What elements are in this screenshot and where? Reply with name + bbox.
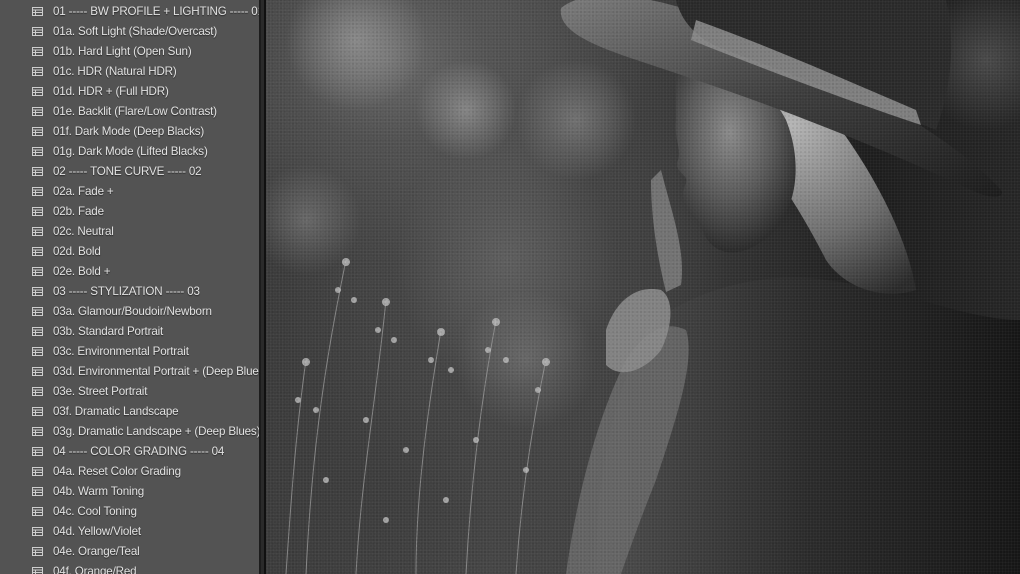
preset-label: 02b. Fade <box>53 204 104 218</box>
preset-icon <box>32 406 43 416</box>
preset-item[interactable]: 03e. Street Portrait <box>0 381 259 401</box>
preset-icon <box>32 426 43 436</box>
preset-item[interactable]: 01g. Dark Mode (Lifted Blacks) <box>0 141 259 161</box>
preset-label: 04d. Yellow/Violet <box>53 524 141 538</box>
preset-icon <box>32 146 43 156</box>
preset-item[interactable]: 04d. Yellow/Violet <box>0 521 259 541</box>
preset-label: 02c. Neutral <box>53 224 114 238</box>
preset-item[interactable]: 04e. Orange/Teal <box>0 541 259 561</box>
preset-icon <box>32 106 43 116</box>
preset-icon <box>32 306 43 316</box>
preset-label: 04a. Reset Color Grading <box>53 464 181 478</box>
preset-label: 03c. Environmental Portrait <box>53 344 189 358</box>
preset-item[interactable]: 03c. Environmental Portrait <box>0 341 259 361</box>
preset-icon <box>32 246 43 256</box>
preset-label: 01e. Backlit (Flare/Low Contrast) <box>53 104 217 118</box>
preset-icon <box>32 266 43 276</box>
preset-label: 02d. Bold <box>53 244 101 258</box>
preset-label: 03g. Dramatic Landscape + (Deep Blues) <box>53 424 259 438</box>
preset-label: 04 ----- COLOR GRADING ----- 04 <box>53 444 225 458</box>
preset-icon <box>32 566 43 574</box>
preset-label: 02 ----- TONE CURVE ----- 02 <box>53 164 202 178</box>
preset-icon <box>32 186 43 196</box>
preset-item[interactable]: 02 ----- TONE CURVE ----- 02 <box>0 161 259 181</box>
preset-label: 03d. Environmental Portrait + (Deep Blue… <box>53 364 259 378</box>
preset-item[interactable]: 02c. Neutral <box>0 221 259 241</box>
preset-icon <box>32 86 43 96</box>
preset-icon <box>32 286 43 296</box>
preset-item[interactable]: 04a. Reset Color Grading <box>0 461 259 481</box>
preset-label: 03b. Standard Portrait <box>53 324 164 338</box>
preset-item[interactable]: 01e. Backlit (Flare/Low Contrast) <box>0 101 259 121</box>
preset-item[interactable]: 03a. Glamour/Boudoir/Newborn <box>0 301 259 321</box>
preset-item[interactable]: 01c. HDR (Natural HDR) <box>0 61 259 81</box>
preset-item[interactable]: 03g. Dramatic Landscape + (Deep Blues) <box>0 421 259 441</box>
preset-icon <box>32 386 43 396</box>
preset-label: 04b. Warm Toning <box>53 484 145 498</box>
preset-icon <box>32 206 43 216</box>
preset-icon <box>32 486 43 496</box>
preset-icon <box>32 346 43 356</box>
preset-item[interactable]: 01f. Dark Mode (Deep Blacks) <box>0 121 259 141</box>
preset-icon <box>32 526 43 536</box>
preset-item[interactable]: 03d. Environmental Portrait + (Deep Blue… <box>0 361 259 381</box>
preset-icon <box>32 166 43 176</box>
preset-item[interactable]: 03f. Dramatic Landscape <box>0 401 259 421</box>
photo-preview[interactable] <box>266 0 1020 574</box>
preset-icon <box>32 446 43 456</box>
preset-label: 02e. Bold + <box>53 264 111 278</box>
preset-icon <box>32 46 43 56</box>
preset-icon <box>32 466 43 476</box>
preset-item[interactable]: 03b. Standard Portrait <box>0 321 259 341</box>
preset-icon <box>32 546 43 556</box>
preset-item[interactable]: 04 ----- COLOR GRADING ----- 04 <box>0 441 259 461</box>
preset-label: 01f. Dark Mode (Deep Blacks) <box>53 124 205 138</box>
preset-label: 04f. Orange/Red <box>53 564 137 574</box>
preset-icon <box>32 126 43 136</box>
preset-label: 04c. Cool Toning <box>53 504 137 518</box>
preset-icon <box>32 366 43 376</box>
photo-image <box>266 0 1020 574</box>
preset-label: 01a. Soft Light (Shade/Overcast) <box>53 24 218 38</box>
preset-icon <box>32 506 43 516</box>
preset-label: 02a. Fade + <box>53 184 114 198</box>
preset-item[interactable]: 02a. Fade + <box>0 181 259 201</box>
preset-item[interactable]: 01 ----- BW PROFILE + LIGHTING ----- 01 <box>0 1 259 21</box>
preset-icon <box>32 326 43 336</box>
presets-panel: 01 ----- BW PROFILE + LIGHTING ----- 01 … <box>0 0 259 574</box>
preset-item[interactable]: 04f. Orange/Red <box>0 561 259 574</box>
preset-icon <box>32 66 43 76</box>
preset-label: 01b. Hard Light (Open Sun) <box>53 44 192 58</box>
preset-item[interactable]: 03 ----- STYLIZATION ----- 03 <box>0 281 259 301</box>
preset-label: 03e. Street Portrait <box>53 384 148 398</box>
preset-icon <box>32 26 43 36</box>
preset-item[interactable]: 01a. Soft Light (Shade/Overcast) <box>0 21 259 41</box>
preset-label: 01g. Dark Mode (Lifted Blacks) <box>53 144 208 158</box>
preset-label: 04e. Orange/Teal <box>53 544 140 558</box>
preset-item[interactable]: 02b. Fade <box>0 201 259 221</box>
preset-icon <box>32 226 43 236</box>
preset-item[interactable]: 02e. Bold + <box>0 261 259 281</box>
preset-item[interactable]: 02d. Bold <box>0 241 259 261</box>
preset-item[interactable]: 04b. Warm Toning <box>0 481 259 501</box>
preset-label: 03f. Dramatic Landscape <box>53 404 179 418</box>
preset-label: 03 ----- STYLIZATION ----- 03 <box>53 284 200 298</box>
preset-item[interactable]: 01d. HDR + (Full HDR) <box>0 81 259 101</box>
preset-item[interactable]: 01b. Hard Light (Open Sun) <box>0 41 259 61</box>
preset-label: 01c. HDR (Natural HDR) <box>53 64 177 78</box>
preset-list: 01 ----- BW PROFILE + LIGHTING ----- 01 … <box>0 1 259 574</box>
lightroom-develop-view: 01 ----- BW PROFILE + LIGHTING ----- 01 … <box>0 0 1020 574</box>
preset-label: 01 ----- BW PROFILE + LIGHTING ----- 01 <box>53 4 259 18</box>
preset-label: 03a. Glamour/Boudoir/Newborn <box>53 304 212 318</box>
preset-icon <box>32 6 43 16</box>
preset-label: 01d. HDR + (Full HDR) <box>53 84 169 98</box>
preset-item[interactable]: 04c. Cool Toning <box>0 501 259 521</box>
